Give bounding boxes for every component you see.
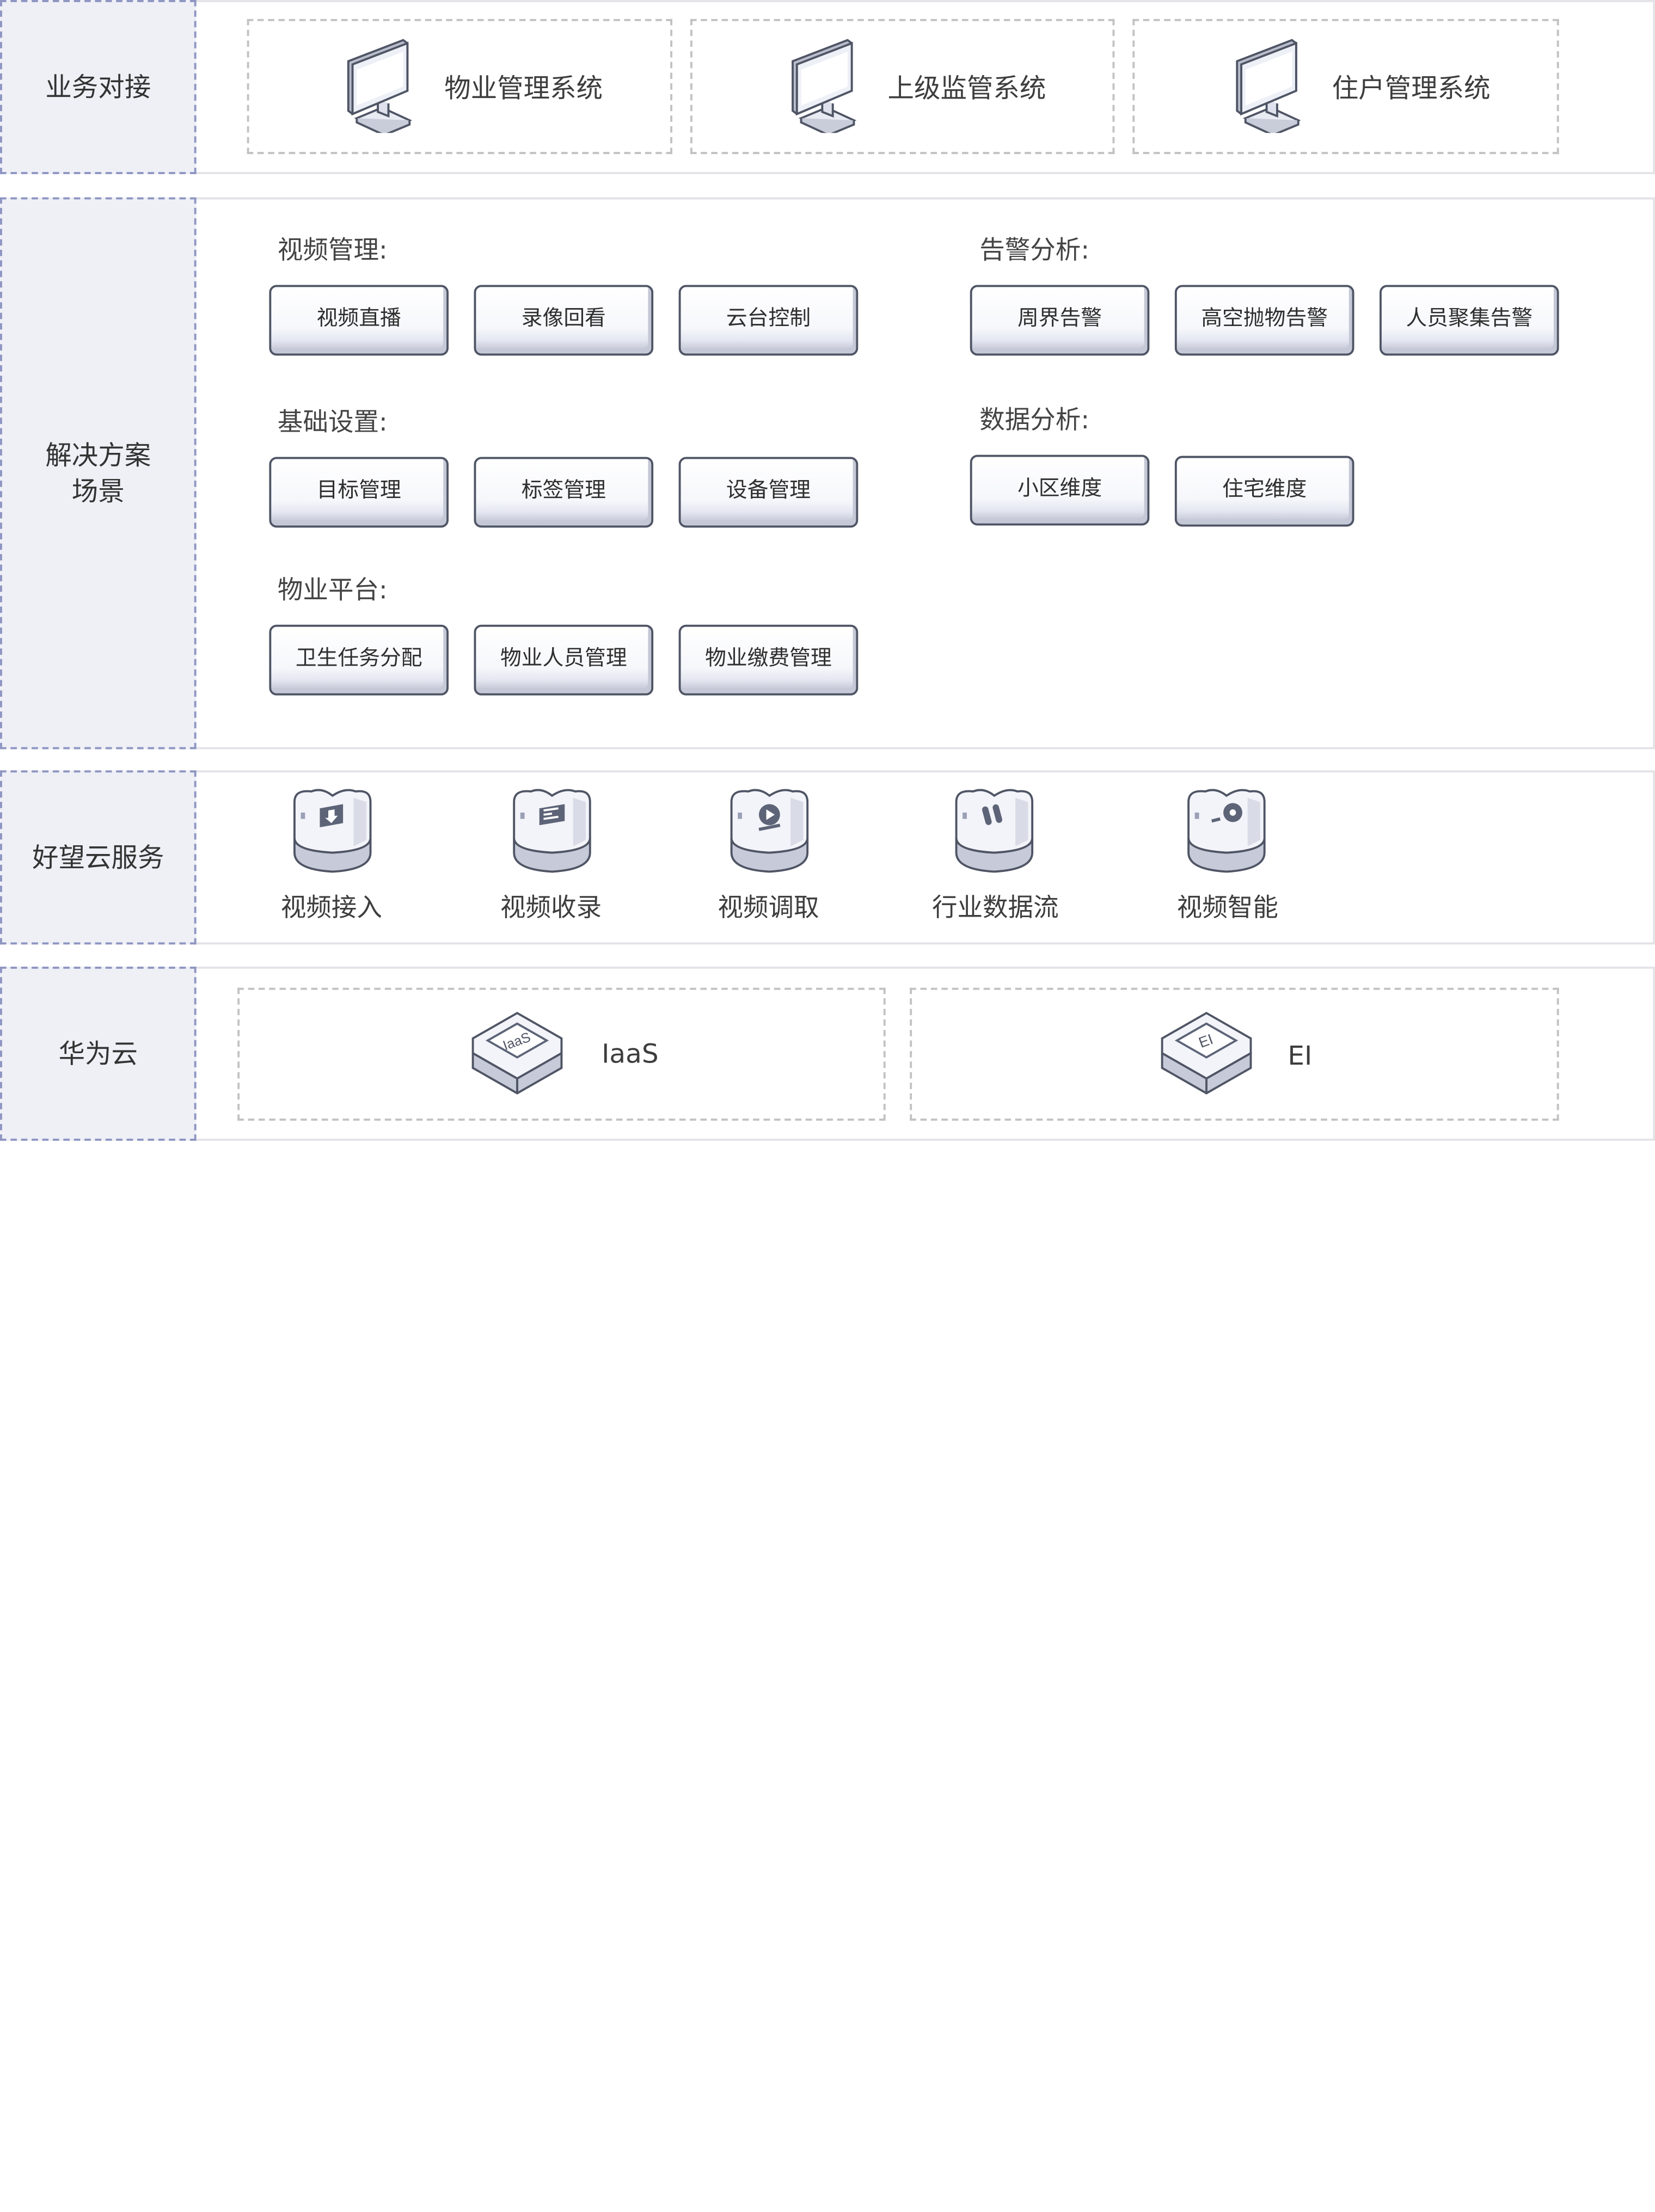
band-business-label: 业务对接 xyxy=(0,0,197,174)
download-server-icon xyxy=(293,789,372,873)
intelligence-server-icon xyxy=(1187,789,1266,873)
service-video-recording: 视频收录 xyxy=(461,787,641,923)
solution-button-ptz-control[interactable]: 云台控制 xyxy=(678,285,859,356)
section-title-property-platform: 物业平台: xyxy=(277,575,388,605)
solution-button-device-management[interactable]: 设备管理 xyxy=(678,457,859,528)
service-video-retrieval: 视频调取 xyxy=(679,787,859,923)
band-business: 业务对接 物业管理系统 上级监管系统 住户管理系统 xyxy=(0,0,1655,174)
solution-button-tag-management[interactable]: 标签管理 xyxy=(474,457,654,528)
service-industry-dataflow: 行业数据流 xyxy=(905,787,1085,923)
record-server-icon xyxy=(513,789,591,873)
band-solutions-label: 解决方案 场景 xyxy=(0,197,197,749)
band-huawei-cloud: 华为云 IaaS IaaS EI EI xyxy=(0,966,1655,1141)
solution-button-sanitation-tasks[interactable]: 卫生任务分配 xyxy=(269,624,449,696)
service-label: 行业数据流 xyxy=(931,893,1059,923)
solution-button-fee-management[interactable]: 物业缴费管理 xyxy=(678,624,859,696)
solution-button-falling-object-alarm[interactable]: 高空抛物告警 xyxy=(1174,285,1354,356)
iaas-chip-icon: IaaS xyxy=(469,1009,563,1099)
cloud-label-iaas: IaaS xyxy=(602,1038,659,1070)
service-video-access: 视频接入 xyxy=(242,787,421,923)
solution-button-crowd-alarm[interactable]: 人员聚集告警 xyxy=(1380,285,1559,356)
service-label: 视频收录 xyxy=(500,893,602,923)
solution-button-live-video[interactable]: 视频直播 xyxy=(269,285,449,356)
monitor-icon xyxy=(1233,38,1303,133)
section-title-data-analysis: 数据分析: xyxy=(979,405,1090,435)
monitor-icon xyxy=(788,38,858,133)
solution-button-playback[interactable]: 录像回看 xyxy=(474,285,654,356)
band-services: 好望云服务 视频接入 视频收录 视频调取 行业数据流 视频智能 xyxy=(0,770,1655,945)
solution-button-perimeter-alarm[interactable]: 周界告警 xyxy=(970,285,1150,356)
solution-button-target-management[interactable]: 目标管理 xyxy=(269,457,449,528)
section-title-alarm-analysis: 告警分析: xyxy=(979,235,1090,265)
service-label: 视频接入 xyxy=(280,893,382,923)
solution-button-residence-dimension[interactable]: 住宅维度 xyxy=(1174,456,1354,527)
service-label: 视频智能 xyxy=(1176,893,1278,923)
solution-button-community-dimension[interactable]: 小区维度 xyxy=(970,454,1150,526)
dataflow-server-icon xyxy=(955,789,1034,873)
band-services-label: 好望云服务 xyxy=(0,770,197,945)
solution-button-staff-management[interactable]: 物业人员管理 xyxy=(474,624,654,696)
cloud-label-ei: EI xyxy=(1288,1040,1313,1071)
section-title-basic-settings: 基础设置: xyxy=(277,407,388,437)
section-title-video-management: 视频管理: xyxy=(277,235,388,265)
service-video-intelligence: 视频智能 xyxy=(1138,787,1317,923)
ei-chip-icon: EI xyxy=(1158,1009,1253,1099)
retrieve-server-icon xyxy=(730,789,809,873)
monitor-icon xyxy=(344,38,414,133)
business-system-resident: 住户管理系统 xyxy=(1332,72,1491,104)
service-label: 视频调取 xyxy=(718,893,819,923)
architecture-diagram: 业务对接 物业管理系统 上级监管系统 住户管理系统 解决方案 场景 视频管理: … xyxy=(0,0,1655,2212)
band-cloud-label: 华为云 xyxy=(0,966,197,1141)
business-system-property: 物业管理系统 xyxy=(444,72,603,104)
business-system-supervision: 上级监管系统 xyxy=(887,72,1046,104)
band-solutions: 解决方案 场景 视频管理: 视频直播 录像回看 云台控制 告警分析: 周界告警 … xyxy=(0,197,1655,749)
